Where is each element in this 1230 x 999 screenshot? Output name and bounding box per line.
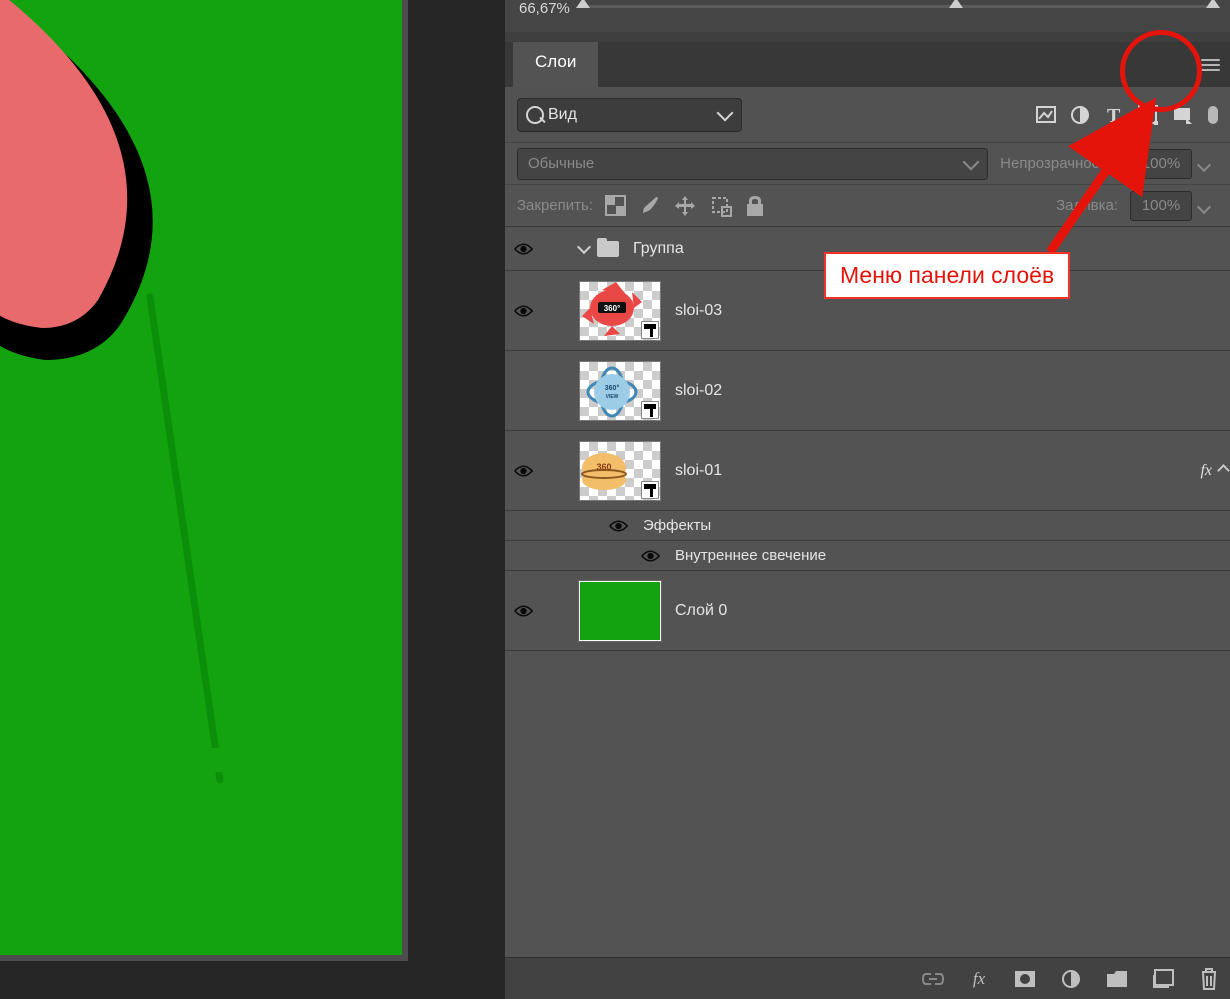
opacity-label: Непрозрачность:: [1000, 155, 1118, 172]
layer-name[interactable]: Слой 0: [675, 602, 727, 620]
layers-panel: 66,67% Слои Вид T: [505, 0, 1230, 999]
filter-smart-icon[interactable]: [1170, 103, 1194, 127]
layers-bottom-toolbar: fx: [505, 957, 1230, 999]
layer-thumbnail[interactable]: 360° VIEW: [579, 361, 661, 421]
zoom-slider-row: 66,67%: [505, 0, 1230, 32]
lock-transparency-icon[interactable]: [605, 195, 626, 216]
layer-row-sloi-01[interactable]: 360 sloi-01 fx: [505, 431, 1230, 511]
chevron-down-icon[interactable]: [577, 240, 591, 254]
layer-row-background[interactable]: Слой 0: [505, 571, 1230, 651]
delete-layer-icon[interactable]: [1198, 968, 1220, 990]
hamburger-icon: [1201, 64, 1220, 66]
svg-text:360°: 360°: [605, 384, 620, 392]
blend-opacity-row: Обычные Непрозрачность: 100%: [505, 142, 1230, 184]
filter-toggle-icon[interactable]: [1208, 106, 1218, 124]
layer-list: Группа 360° sloi-03: [505, 226, 1230, 957]
lock-all-icon[interactable]: [746, 195, 764, 217]
new-layer-icon[interactable]: [1152, 968, 1174, 990]
link-layers-icon[interactable]: [922, 968, 944, 990]
panel-menu-button[interactable]: [1190, 42, 1230, 87]
chevron-down-icon: [717, 104, 734, 121]
blend-mode-value: Обычные: [528, 155, 594, 172]
visibility-toggle[interactable]: [505, 464, 541, 478]
effect-name: Внутреннее свечение: [675, 547, 826, 564]
smart-object-icon: [641, 481, 659, 499]
visibility-toggle[interactable]: [505, 304, 541, 318]
visibility-toggle[interactable]: [605, 519, 631, 533]
visibility-toggle[interactable]: [505, 242, 541, 256]
visibility-toggle[interactable]: [637, 549, 663, 563]
svg-text:360°: 360°: [604, 304, 621, 313]
fill-label: Заливка:: [1056, 197, 1118, 214]
layer-name[interactable]: sloi-03: [675, 302, 722, 320]
group-label[interactable]: Группа: [633, 240, 684, 258]
layer-thumbnail[interactable]: [579, 581, 661, 641]
zoom-slider[interactable]: [580, 0, 1216, 24]
filter-shape-icon[interactable]: [1136, 103, 1160, 127]
filter-text-icon[interactable]: T: [1102, 103, 1126, 127]
lock-pixels-icon[interactable]: [640, 195, 660, 217]
chevron-down-icon: [963, 153, 980, 170]
fill-value: 100%: [1130, 191, 1192, 221]
filter-kind-label: Вид: [548, 106, 577, 124]
layer-filter-row: Вид T: [505, 87, 1230, 142]
fx-indicator[interactable]: fx: [1200, 462, 1212, 480]
effect-row-inner-glow[interactable]: Внутреннее свечение: [505, 541, 1230, 571]
lock-artboard-icon[interactable]: [710, 195, 732, 217]
adjustment-layer-icon[interactable]: [1060, 968, 1082, 990]
layer-thumbnail[interactable]: 360: [579, 441, 661, 501]
svg-text:T: T: [1107, 105, 1121, 125]
lock-fill-row: Закрепить: Заливка: 100%: [505, 184, 1230, 226]
layer-name[interactable]: sloi-01: [675, 462, 722, 480]
layer-thumbnail[interactable]: 360°: [579, 281, 661, 341]
panel-tabs: Слои: [505, 32, 1230, 87]
layer-row-sloi-02[interactable]: 360° VIEW sloi-02: [505, 351, 1230, 431]
folder-icon: [597, 241, 619, 257]
lock-label: Закрепить:: [517, 197, 593, 214]
canvas[interactable]: [0, 0, 408, 961]
filter-pixel-icon[interactable]: [1034, 103, 1058, 127]
svg-text:VIEW: VIEW: [606, 394, 619, 400]
zoom-slider-min-icon: [576, 0, 590, 8]
fx-menu-icon[interactable]: fx: [968, 968, 990, 990]
lock-position-icon[interactable]: [674, 195, 696, 217]
zoom-slider-max-icon: [1206, 0, 1220, 8]
group-row[interactable]: Группа: [505, 227, 1230, 271]
layer-row-sloi-03[interactable]: 360° sloi-03: [505, 271, 1230, 351]
smart-object-icon: [641, 401, 659, 419]
effects-header-row[interactable]: Эффекты: [505, 511, 1230, 541]
zoom-slider-handle-icon[interactable]: [949, 0, 963, 8]
zoom-value: 66,67%: [519, 0, 570, 17]
svg-text:360: 360: [596, 462, 611, 472]
document-canvas-region[interactable]: [0, 0, 505, 999]
new-group-icon[interactable]: [1106, 968, 1128, 990]
tab-layers[interactable]: Слои: [513, 42, 598, 87]
layer-name[interactable]: sloi-02: [675, 382, 722, 400]
filter-kind-select[interactable]: Вид: [517, 98, 742, 132]
opacity-value: 100%: [1130, 149, 1192, 179]
filter-adjustment-icon[interactable]: [1068, 103, 1092, 127]
visibility-toggle[interactable]: [505, 604, 541, 618]
tab-layers-label: Слои: [535, 52, 576, 71]
layer-mask-icon[interactable]: [1014, 968, 1036, 990]
group-folder: [579, 241, 619, 257]
blend-mode-select: Обычные: [517, 148, 988, 180]
effects-label: Эффекты: [643, 517, 711, 534]
smart-object-icon: [641, 321, 659, 339]
